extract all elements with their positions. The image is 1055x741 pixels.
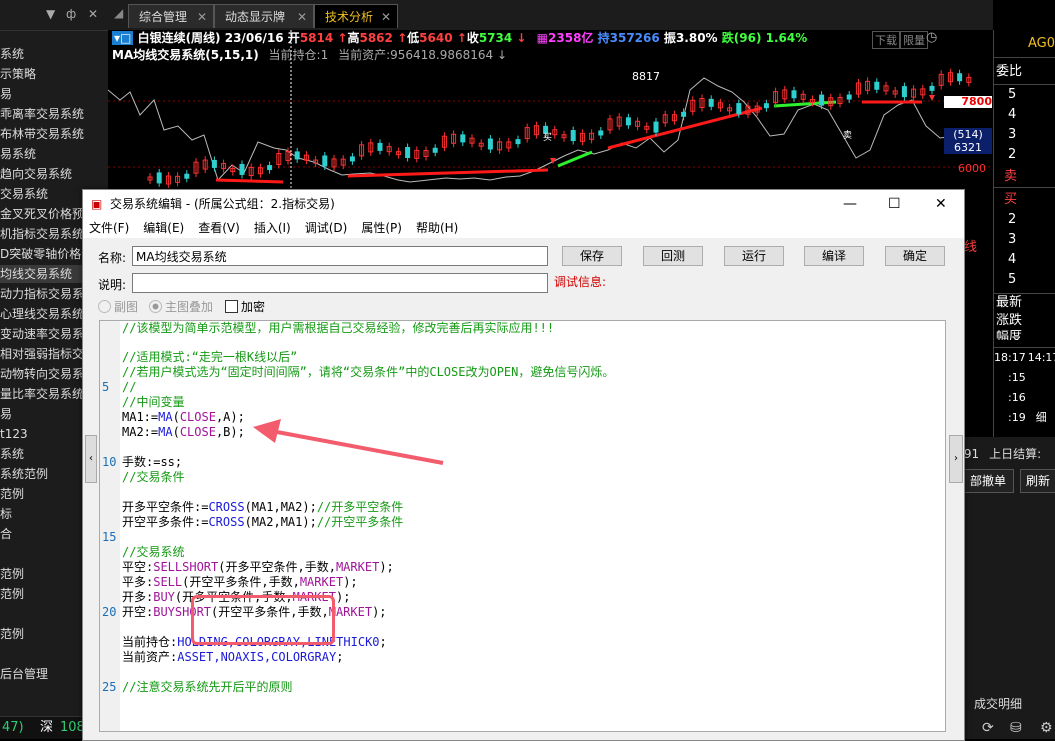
sell-level: 4 bbox=[1008, 107, 1017, 122]
sell-signal-marker: 卖 bbox=[843, 130, 852, 141]
close-icon[interactable]: ✕ bbox=[297, 5, 307, 29]
buy-label: 买 bbox=[1004, 192, 1018, 207]
refresh-icon[interactable]: ⟳ bbox=[982, 720, 994, 736]
amplitude-label: 幅度 bbox=[996, 330, 1023, 340]
tab-technical-analysis[interactable]: 技术分析 ✕ bbox=[314, 4, 398, 28]
tab-bar: ◢ 综合管理 ✕ 动态显示牌 ✕ 技术分析 ✕ bbox=[108, 0, 993, 31]
buy-signal-marker: 买 bbox=[543, 132, 552, 143]
formula-item[interactable]: 易 bbox=[0, 85, 106, 103]
formula-item[interactable]: 乖离率交易系统 bbox=[0, 105, 106, 123]
weibi-text: 委比 bbox=[996, 64, 1023, 79]
tick-time: :16 bbox=[1008, 391, 1026, 404]
fine-tab[interactable]: 细 bbox=[1036, 411, 1047, 424]
change-label: 涨跌 bbox=[996, 313, 1023, 328]
diff-tag: (514) 6321 bbox=[944, 128, 992, 154]
sell-level: 3 bbox=[1008, 127, 1017, 142]
panel-header: ▼ ф ✕ bbox=[0, 0, 108, 31]
settle-label: 上日结算: bbox=[989, 447, 1042, 461]
status-label: 深 bbox=[40, 720, 54, 735]
latest-block: 最新 涨跌 幅度 bbox=[994, 293, 1055, 340]
status-left: 47) bbox=[2, 720, 24, 735]
dropdown-icon[interactable]: ▼ bbox=[46, 7, 55, 21]
expand-right-icon[interactable]: › bbox=[949, 435, 963, 483]
peak-label: 8817 bbox=[632, 70, 660, 83]
sell-level: 5 bbox=[1008, 87, 1017, 102]
tab-label: 技术分析 bbox=[325, 10, 374, 24]
tick-time: :19 bbox=[1008, 411, 1026, 424]
sell-label: 卖 bbox=[1004, 169, 1018, 184]
kline-plot: 8817 买 卖 bbox=[108, 30, 993, 190]
tab-comprehensive[interactable]: 综合管理 ✕ bbox=[128, 4, 214, 28]
sell-level-list: 5 4 3 2 bbox=[1008, 85, 1016, 165]
expand-left-icon[interactable]: ‹ bbox=[85, 435, 97, 483]
close-icon[interactable]: ✕ bbox=[88, 7, 98, 21]
refresh-button[interactable]: 刷新 bbox=[1020, 469, 1055, 493]
formula-item[interactable]: 系统 bbox=[0, 45, 106, 63]
formula-item[interactable]: 易系统 bbox=[0, 145, 106, 163]
diff-tag-value: 6321 bbox=[954, 141, 982, 154]
diff-tag-text: (514) bbox=[953, 128, 983, 141]
buy-level: 5 bbox=[1008, 272, 1017, 287]
tick-time: 14:17 bbox=[1027, 351, 1055, 364]
sell-levels: 5 4 3 2 卖 bbox=[994, 84, 1055, 185]
tab-label: 综合管理 bbox=[139, 10, 188, 24]
formula-item[interactable]: 布林带交易系统 bbox=[0, 125, 106, 143]
quote-title: AG0 bbox=[1028, 36, 1055, 51]
formula-item[interactable]: 趋向交易系统 bbox=[0, 165, 106, 183]
buy-level: 2 bbox=[1008, 212, 1017, 227]
sell-level: 2 bbox=[1008, 147, 1017, 162]
trading-system-editor-dialog: ▣ 交易系统编辑 - (所属公式组：2.指标交易) — ☐ ✕ 文件(F) 编辑(… bbox=[82, 189, 965, 741]
price-level: 6000 bbox=[958, 162, 986, 175]
settings-icon[interactable]: ⚙ bbox=[1040, 720, 1053, 736]
formula-item[interactable]: 示策略 bbox=[0, 65, 106, 83]
callout-arrow bbox=[253, 419, 444, 465]
tick-time: 18:17 bbox=[994, 351, 1026, 364]
trade-detail-tab[interactable]: 成交明细 bbox=[974, 695, 1022, 712]
close-icon[interactable]: ✕ bbox=[381, 5, 391, 29]
latest-label: 最新 bbox=[996, 295, 1023, 310]
order-panel: .91 上日结算: 部撤单 刷新 成交明细 ⟳ ⛁ ⚙ bbox=[960, 437, 1055, 739]
tab-scroll-icon[interactable]: ◢ bbox=[114, 6, 123, 20]
price-tag: 7800 bbox=[944, 96, 992, 108]
weibi-label: 委比 bbox=[994, 60, 1055, 79]
kline-chart[interactable]: ▾□ 白银连续(周线) 23/06/16 开5814 ↑高5862 ↑低5640… bbox=[108, 30, 993, 190]
tick-time: :15 bbox=[1008, 371, 1026, 384]
pin-icon[interactable]: ф bbox=[66, 7, 76, 21]
tab-label: 动态显示牌 bbox=[225, 10, 286, 24]
line-label: 线 bbox=[964, 240, 978, 255]
cancel-all-button[interactable]: 部撤单 bbox=[962, 469, 1014, 493]
tick-list: 18:1714:17 :15 :16 :19 细 bbox=[994, 347, 1055, 428]
database-icon[interactable]: ⛁ bbox=[1010, 720, 1022, 736]
tab-dynamic-board[interactable]: 动态显示牌 ✕ bbox=[214, 4, 314, 28]
close-icon[interactable]: ✕ bbox=[197, 5, 207, 29]
quote-header: AG0 bbox=[994, 30, 1055, 58]
